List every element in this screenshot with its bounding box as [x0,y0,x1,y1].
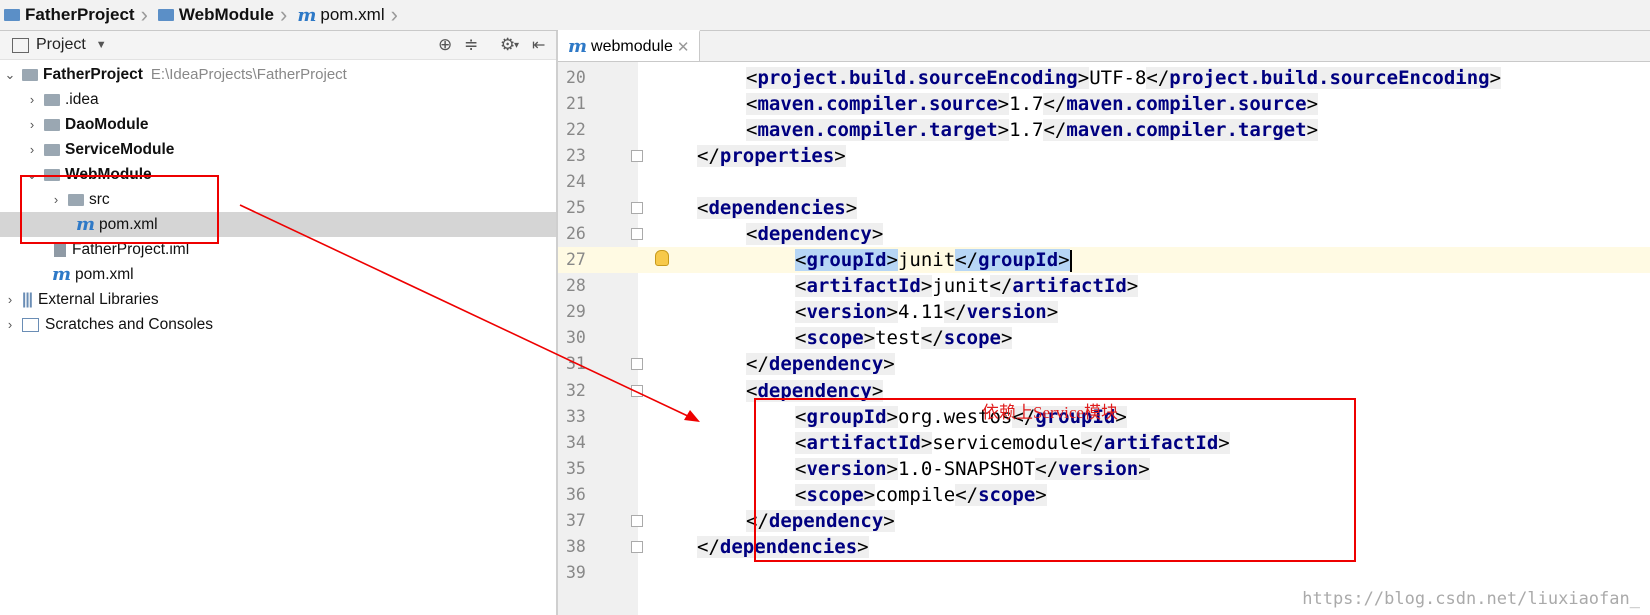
scratches-icon [22,317,39,332]
chevron-right-icon[interactable]: › [24,142,40,157]
code-line[interactable]: <version>4.11</version> [558,299,1650,325]
chevron-right-icon: › [390,2,398,27]
fold-marker-icon[interactable] [631,202,643,214]
line-number: 29 [566,302,586,321]
code-line[interactable]: <project.build.sourceEncoding>UTF-8</pro… [558,65,1650,91]
project-panel-title[interactable]: Project [36,36,86,54]
fold-marker-icon[interactable] [631,150,643,162]
tree-item-scratches[interactable]: › Scratches and Consoles [0,312,556,337]
line-number: 34 [566,433,586,452]
code-line[interactable]: </dependency> [558,351,1650,377]
tree-item-external-libraries[interactable]: › ||| External Libraries [0,287,556,312]
code-line[interactable] [558,560,1650,586]
line-number: 20 [566,68,586,87]
chevron-down-icon[interactable]: ▾ [514,40,519,51]
line-number: 36 [566,485,586,504]
code-line-current[interactable]: <groupId>junit</groupId> [558,247,1650,273]
editor-tabs: m webmodule ✕ [558,30,1650,62]
line-number: 31 [566,354,586,373]
locate-icon[interactable]: ⊕ [438,35,452,55]
chevron-right-icon: › [280,2,288,27]
code-line[interactable]: <dependency> [558,221,1650,247]
code-line[interactable]: </properties> [558,143,1650,169]
module-folder-icon [44,118,60,131]
chevron-right-icon: › [140,2,148,27]
code-line[interactable]: <scope>test</scope> [558,325,1650,351]
line-number: 23 [566,146,586,165]
breadcrumb: FatherProject › WebModule › m pom.xml › [0,0,1650,31]
module-folder-icon [44,143,60,156]
close-icon[interactable]: ✕ [677,38,690,56]
tree-item-root[interactable]: ⌄ FatherProject E:\IdeaProjects\FatherPr… [0,62,556,87]
maven-icon: m [568,36,588,57]
maven-icon: m [297,4,317,26]
line-number: 35 [566,459,586,478]
fold-marker-icon[interactable] [631,358,643,370]
project-panel-header: Project ▼ ⊕ ≑ ⚙ ▾ ⇤ [0,31,556,60]
chevron-right-icon[interactable]: › [24,92,40,107]
code-line[interactable]: <maven.compiler.source>1.7</maven.compil… [558,91,1650,117]
line-number: 24 [566,172,586,191]
line-number: 27 [566,250,586,269]
breadcrumb-item-webmodule[interactable]: WebModule [154,0,280,30]
line-number: 26 [566,224,586,243]
code-line[interactable]: <dependencies> [558,195,1650,221]
code-line[interactable]: <artifactId>junit</artifactId> [558,273,1650,299]
maven-icon: m [52,264,72,285]
line-number: 25 [566,198,586,217]
collapse-all-icon[interactable]: ≑ [464,35,478,55]
line-number: 37 [566,511,586,530]
line-number: 32 [566,381,586,400]
line-number: 39 [566,563,586,582]
project-path: E:\IdeaProjects\FatherProject [150,66,347,83]
fold-marker-icon[interactable] [631,515,643,527]
hide-panel-icon[interactable]: ⇤ [532,35,545,55]
line-number: 30 [566,328,586,347]
watermark: https://blog.csdn.net/liuxiaofan_ [1302,589,1640,609]
module-folder-icon [157,9,174,21]
chevron-right-icon[interactable]: › [24,117,40,132]
tree-item-root-pom[interactable]: m pom.xml [0,262,556,287]
line-number: 21 [566,94,586,113]
folder-icon [44,93,60,106]
code-line[interactable] [558,169,1650,195]
library-icon: ||| [22,290,33,308]
tab-webmodule[interactable]: m webmodule ✕ [558,30,701,61]
text-caret [1069,249,1072,272]
chevron-right-icon[interactable]: › [2,292,18,307]
folder-icon [4,9,20,21]
annotation-box-webmodule [20,175,219,244]
chevron-down-icon[interactable]: ▼ [96,39,107,51]
project-panel: Project ▼ ⊕ ≑ ⚙ ▾ ⇤ ⌄ FatherProject E:\I… [0,31,556,615]
iml-file-icon [54,242,66,257]
project-view-icon [12,37,29,53]
fold-marker-icon[interactable] [631,228,643,240]
code-line[interactable]: <maven.compiler.target>1.7</maven.compil… [558,117,1650,143]
chevron-right-icon[interactable]: › [2,317,18,332]
annotation-text: 依赖上Service模块 [982,403,1118,422]
module-folder-icon [22,68,38,81]
line-number: 28 [566,276,586,295]
line-number: 38 [566,537,586,556]
fold-marker-icon[interactable] [631,385,643,397]
tree-item-servicemodule[interactable]: › ServiceModule [0,137,556,162]
tree-item-daomodule[interactable]: › DaoModule [0,112,556,137]
fold-marker-icon[interactable] [631,541,643,553]
tree-item-idea[interactable]: › .idea [0,87,556,112]
breadcrumb-item-fatherproject[interactable]: FatherProject [0,0,141,30]
chevron-down-icon[interactable]: ⌄ [2,67,18,83]
line-number: 22 [566,120,586,139]
line-number: 33 [566,407,586,426]
breadcrumb-item-pom[interactable]: m pom.xml [293,0,390,30]
gear-icon[interactable]: ⚙ [500,35,515,55]
lightbulb-icon[interactable] [655,250,669,266]
